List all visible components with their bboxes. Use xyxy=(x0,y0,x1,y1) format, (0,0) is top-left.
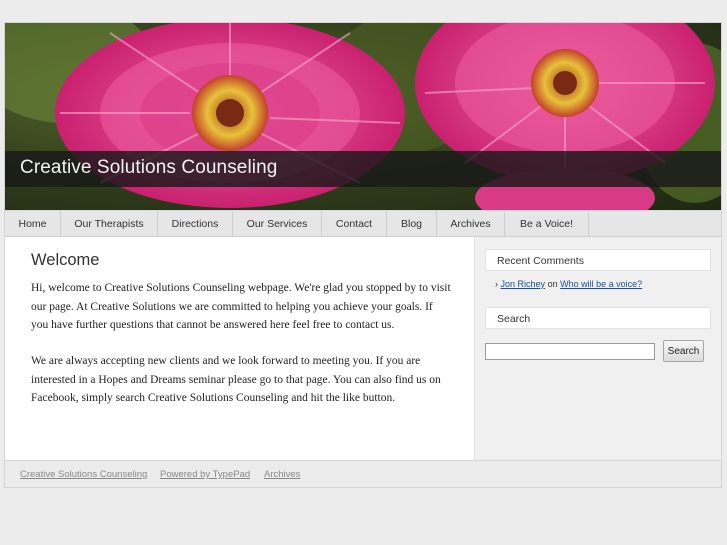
welcome-paragraph: Hi, welcome to Creative Solutions Counse… xyxy=(31,282,451,331)
clients-paragraph: We are always accepting new clients and … xyxy=(31,355,441,404)
site-title[interactable]: Creative Solutions Counseling xyxy=(20,157,277,179)
nav-our-therapists[interactable]: Our Therapists xyxy=(61,211,158,237)
comment-connector: on xyxy=(547,279,558,289)
footer-link-home[interactable]: Creative Solutions Counseling xyxy=(20,469,147,480)
recent-comment-item: › Jon Richey on Who will be a voice? xyxy=(495,279,642,289)
nav-blog[interactable]: Blog xyxy=(387,211,437,237)
recent-comments-heading: Recent Comments xyxy=(485,249,711,271)
page-title: Welcome xyxy=(31,251,100,269)
search-input[interactable] xyxy=(485,343,655,360)
sidebar: Recent Comments › Jon Richey on Who will… xyxy=(474,237,721,460)
bullet-arrow-icon: › xyxy=(495,279,498,289)
site-title-bar: Creative Solutions Counseling xyxy=(5,151,721,187)
search-heading: Search xyxy=(485,307,711,329)
nav-contact[interactable]: Contact xyxy=(322,211,387,237)
nav-be-a-voice[interactable]: Be a Voice! xyxy=(505,211,589,237)
footer: Creative Solutions Counseling Powered by… xyxy=(5,460,721,487)
nav-home[interactable]: Home xyxy=(5,211,61,237)
comment-post-link[interactable]: Who will be a voice? xyxy=(560,279,642,289)
nav-our-services[interactable]: Our Services xyxy=(233,211,322,237)
nav-directions[interactable]: Directions xyxy=(158,211,233,237)
main-content: Welcome Hi, welcome to Creative Solution… xyxy=(5,237,474,460)
footer-link-archives[interactable]: Archives xyxy=(264,469,300,480)
footer-link-typepad[interactable]: Powered by TypePad xyxy=(160,469,250,480)
main-navigation: Home Our Therapists Directions Our Servi… xyxy=(5,210,721,237)
header-banner-image: Creative Solutions Counseling xyxy=(5,23,721,210)
search-button[interactable]: Search xyxy=(663,340,704,362)
page-container: Creative Solutions Counseling Home Our T… xyxy=(4,22,722,488)
nav-archives[interactable]: Archives xyxy=(437,211,505,237)
comment-author-link[interactable]: Jon Richey xyxy=(501,279,546,289)
